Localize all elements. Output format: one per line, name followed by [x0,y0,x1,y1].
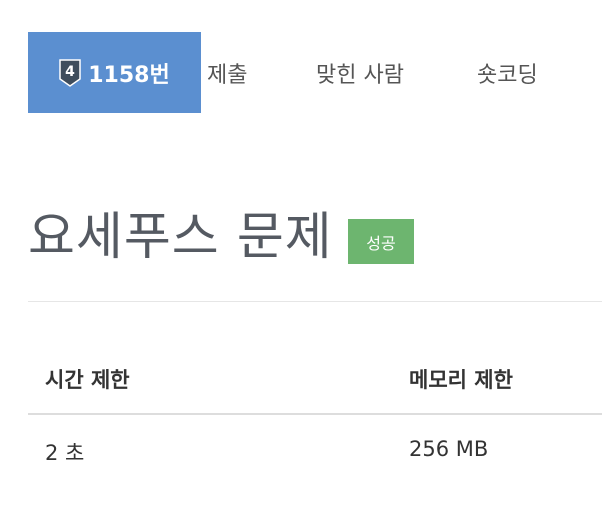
status-badge: 성공 [348,219,414,264]
tier-number: 4 [65,64,75,80]
tab-submit[interactable]: 제출 [207,32,247,113]
title-row: 요세푸스 문제 [28,196,333,268]
header-time-limit: 시간 제한 [45,368,130,392]
tier-shield-icon: 4 [59,58,81,87]
table-header-row: 시간 제한 메모리 제한 [28,340,602,415]
tab-problem-number[interactable]: 4 1158번 [28,32,201,113]
page-title: 요세푸스 문제 [28,208,333,267]
problem-tabs: 4 1158번 [28,32,201,113]
header-memory-limit: 메모리 제한 [409,368,513,392]
memory-limit-value: 256 MB [409,437,489,461]
table-row: 2 초 256 MB [28,415,602,485]
tab-solvers[interactable]: 맞힌 사람 [316,32,404,113]
time-limit-value: 2 초 [45,441,85,465]
tab-problem-label: 1158번 [88,62,170,88]
problem-page: 4 1158번 제출 맞힌 사람 숏코딩 요세푸스 문제 성공 시간 제한 메모… [0,0,602,524]
title-divider [28,301,602,302]
problem-info-table: 시간 제한 메모리 제한 2 초 256 MB [28,340,602,485]
tab-short-coding[interactable]: 숏코딩 [477,32,538,113]
